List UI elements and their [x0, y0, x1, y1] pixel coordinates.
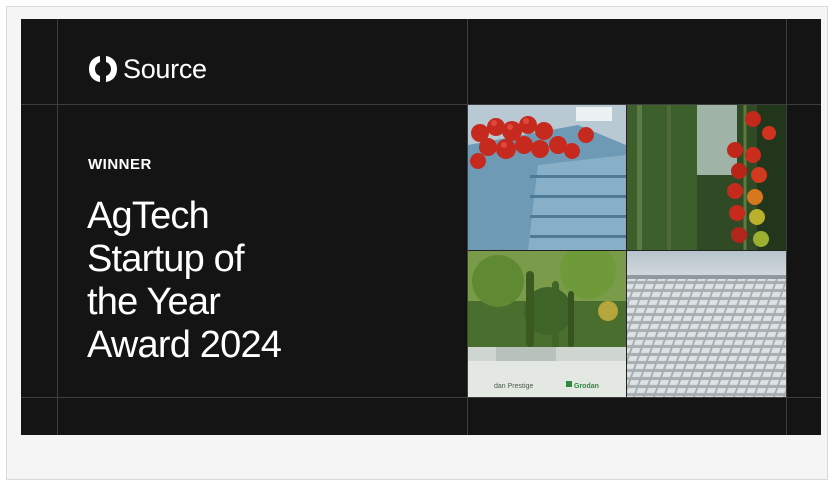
award-title: AgTech Startup of the Year Award 2024	[87, 195, 387, 367]
source-logo-icon	[89, 56, 117, 82]
photo-greenhouse-roof	[627, 251, 786, 397]
award-card: Source WINNER AgTech Startup of the Year…	[21, 19, 821, 435]
brand-name: Source	[123, 53, 207, 84]
award-title-line: Award 2024	[87, 324, 282, 366]
photo-label: Grodan	[574, 383, 599, 390]
award-eyebrow: WINNER	[88, 156, 152, 173]
award-title-line: AgTech	[87, 195, 210, 237]
award-title-line: the Year	[87, 281, 221, 323]
award-title-line: Startup of	[87, 238, 245, 280]
brand-logo: Source	[87, 53, 207, 85]
photo-grid: dan Prestige Grodan	[468, 105, 786, 397]
grid-line	[57, 19, 58, 435]
grid-line	[786, 19, 787, 435]
photo-tomato-crates	[468, 105, 626, 250]
photo-cucumber-plants: dan Prestige Grodan	[468, 251, 626, 397]
photo-tomato-vine	[627, 105, 786, 250]
grid-line	[21, 397, 821, 398]
photo-label: dan Prestige	[494, 383, 533, 390]
